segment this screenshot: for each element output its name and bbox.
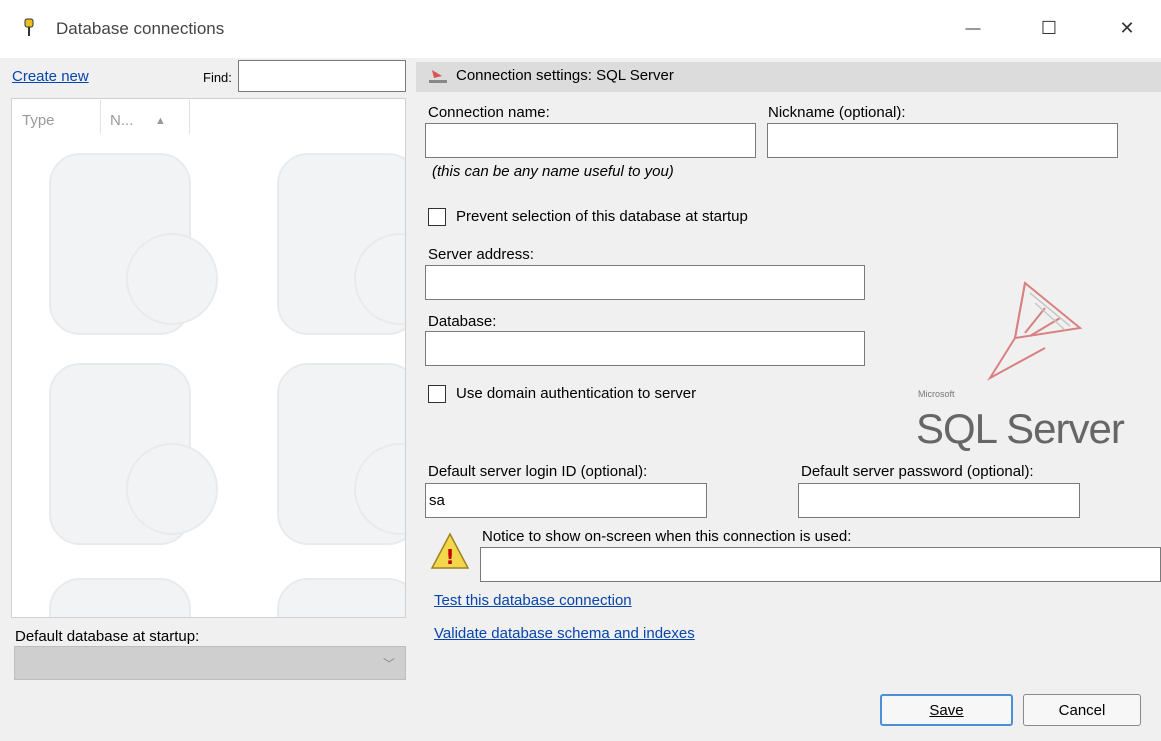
find-input[interactable]	[238, 60, 406, 92]
database-input[interactable]	[425, 331, 865, 366]
find-label: Find:	[203, 70, 232, 85]
nickname-input[interactable]	[767, 123, 1118, 158]
login-label: Default server login ID (optional):	[428, 463, 648, 480]
password-input[interactable]	[798, 483, 1080, 518]
warning-icon: !	[430, 531, 470, 575]
cancel-button[interactable]: Cancel	[1023, 694, 1141, 726]
server-address-input[interactable]	[425, 265, 865, 300]
column-type-header[interactable]: Type	[22, 112, 55, 129]
database-watermark-icons	[49, 153, 405, 617]
prevent-selection-label: Prevent selection of this database at st…	[456, 208, 748, 225]
maximize-icon: ☐	[1040, 17, 1058, 38]
chevron-down-icon: ﹀	[382, 657, 395, 671]
domain-auth-checkbox[interactable]	[428, 385, 446, 403]
default-db-select[interactable]: ﹀	[14, 646, 406, 680]
domain-auth-label: Use domain authentication to server	[456, 385, 697, 402]
test-connection-link[interactable]: Test this database connection	[434, 592, 632, 609]
default-db-label: Default database at startup:	[15, 628, 200, 645]
minimize-button[interactable]: —	[950, 10, 996, 46]
column-name-header[interactable]: N...	[110, 112, 133, 129]
sort-ascending-icon: ▲	[155, 115, 166, 127]
column-separator	[189, 100, 190, 134]
database-label: Database:	[428, 313, 497, 330]
cancel-button-label: Cancel	[1058, 701, 1106, 719]
login-input[interactable]	[425, 483, 707, 518]
connection-list[interactable]	[11, 98, 406, 618]
sql-server-logo-icon	[985, 278, 1085, 387]
create-new-link[interactable]: Create new	[12, 68, 89, 85]
password-label: Default server password (optional):	[801, 463, 1034, 480]
notice-label: Notice to show on-screen when this conne…	[482, 528, 852, 545]
close-icon: ✕	[1119, 17, 1135, 38]
maximize-button[interactable]: ☐	[1026, 10, 1072, 46]
sql-server-icon	[428, 68, 448, 90]
nickname-label: Nickname (optional):	[768, 104, 906, 121]
validate-schema-link[interactable]: Validate database schema and indexes	[434, 625, 695, 642]
svg-text:!: !	[445, 545, 454, 569]
save-button-label: Save	[929, 701, 964, 719]
settings-title: Connection settings: SQL Server	[456, 67, 674, 84]
connection-name-hint: (this can be any name useful to you)	[432, 163, 674, 180]
connection-name-label: Connection name:	[428, 104, 550, 121]
server-address-label: Server address:	[428, 246, 534, 263]
column-separator	[100, 100, 101, 134]
sql-server-logo-text: SQL Server	[916, 405, 1125, 452]
app-icon	[22, 18, 36, 38]
minimize-icon: —	[965, 19, 981, 37]
sql-server-logo-small-text: Microsoft	[918, 389, 955, 399]
save-button[interactable]: Save	[880, 694, 1013, 726]
window-title: Database connections	[56, 19, 225, 38]
prevent-selection-checkbox[interactable]	[428, 208, 446, 226]
close-button[interactable]: ✕	[1104, 10, 1150, 46]
notice-input[interactable]	[480, 547, 1161, 582]
connection-name-input[interactable]	[425, 123, 756, 158]
